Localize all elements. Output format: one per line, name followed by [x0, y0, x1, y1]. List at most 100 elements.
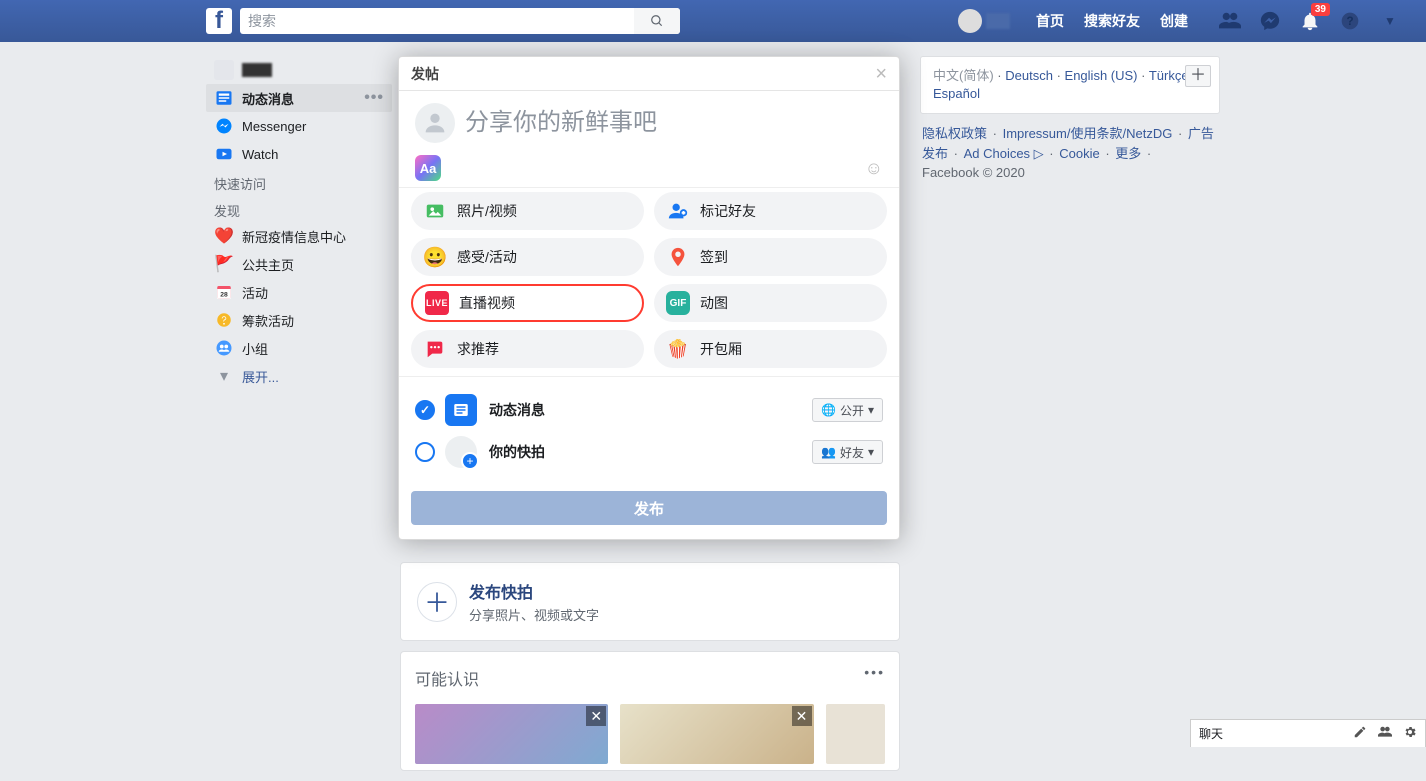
option-label: 直播视频: [459, 293, 515, 313]
composer-modal: 发帖 × 分享你的新鲜事吧 Aa ☺ 照片/视频 标记好友 😀 感受/活动: [398, 56, 900, 540]
pymk-card: 可能认识 ••• ✕ ✕: [400, 651, 900, 771]
sidebar-see-more[interactable]: ▾ 展开...: [206, 362, 392, 390]
language-link[interactable]: English (US): [1065, 68, 1138, 83]
legal-links: 隐私权政策 · Impressum/使用条款/NetzDG · 广告发布 · A…: [920, 124, 1220, 183]
globe-icon: 🌐: [821, 403, 836, 417]
coin-icon: [214, 310, 234, 330]
sidebar-item-messenger[interactable]: Messenger: [206, 112, 392, 140]
search-icon: [650, 14, 664, 28]
add-language-button[interactable]: ＋: [1185, 65, 1211, 87]
audience-selector-public[interactable]: 🌐 公开 ▾: [812, 398, 883, 422]
facebook-logo[interactable]: f: [206, 8, 232, 34]
option-watch-party[interactable]: 🍿 开包厢: [654, 330, 887, 368]
radio-checked-icon[interactable]: [415, 400, 435, 420]
close-icon[interactable]: ✕: [792, 706, 812, 726]
pymk-item[interactable]: [826, 704, 885, 764]
more-icon[interactable]: •••: [364, 89, 384, 107]
more-icon[interactable]: •••: [864, 664, 885, 680]
create-story-card[interactable]: ＋ 发布快拍 分享照片、视频或文字: [400, 562, 900, 641]
sidebar-item-feed[interactable]: 动态消息 •••: [206, 84, 392, 112]
nav-create[interactable]: 创建: [1160, 11, 1188, 31]
close-icon[interactable]: ×: [875, 64, 887, 84]
language-card: ＋ 中文(简体) · Deutsch · English (US) · Türk…: [920, 56, 1220, 114]
pymk-item[interactable]: ✕: [415, 704, 608, 764]
nav-find-friends[interactable]: 搜索好友: [1084, 11, 1140, 31]
close-icon[interactable]: ✕: [586, 706, 606, 726]
sidebar-item-events[interactable]: 28 活动: [206, 278, 392, 306]
avatar-icon: [958, 9, 982, 33]
caret-down-icon: ▾: [868, 403, 874, 417]
watch-icon: [214, 144, 234, 164]
destination-story-row[interactable]: 你的快拍 👥 好友 ▾: [415, 431, 883, 473]
sidebar-profile[interactable]: [206, 56, 392, 84]
destination-label: 动态消息: [489, 400, 545, 420]
story-subtitle: 分享照片、视频或文字: [469, 605, 599, 624]
legal-privacy[interactable]: 隐私权政策: [922, 126, 987, 141]
flag-icon: 🚩: [214, 254, 234, 274]
avatar-icon: [214, 60, 234, 80]
option-label: 照片/视频: [457, 201, 517, 221]
option-label: 感受/活动: [457, 247, 517, 267]
background-color-button[interactable]: Aa: [415, 155, 441, 181]
profile-chip[interactable]: [958, 9, 1010, 33]
option-photo-video[interactable]: 照片/视频: [411, 192, 644, 230]
tag-friends-icon: [666, 199, 690, 223]
option-feeling[interactable]: 😀 感受/活动: [411, 238, 644, 276]
legal-more[interactable]: 更多: [1115, 146, 1141, 161]
option-gif[interactable]: GIF 动图: [654, 284, 887, 322]
destination-feed-row[interactable]: 动态消息 🌐 公开 ▾: [415, 389, 883, 431]
option-live-video[interactable]: LIVE 直播视频: [411, 284, 644, 322]
account-menu-icon[interactable]: ▼: [1378, 9, 1402, 33]
legal-adchoices[interactable]: Ad Choices ▷: [964, 146, 1044, 161]
svg-text:?: ?: [1346, 15, 1353, 28]
option-label: 动图: [700, 293, 728, 313]
sidebar-item-label: Messenger: [242, 119, 384, 134]
copyright: Facebook © 2020: [922, 165, 1025, 180]
option-label: 签到: [700, 247, 728, 267]
composer-placeholder[interactable]: 分享你的新鲜事吧: [465, 103, 657, 143]
chevron-down-icon: ▾: [214, 366, 234, 386]
nav-home[interactable]: 首页: [1036, 11, 1064, 31]
modal-title: 发帖: [411, 64, 439, 84]
pymk-item[interactable]: ✕: [620, 704, 813, 764]
emoji-icon[interactable]: ☺: [865, 158, 883, 179]
search-button[interactable]: [634, 8, 680, 34]
profile-name-redacted: [242, 63, 272, 77]
compose-icon[interactable]: [1353, 725, 1367, 742]
friend-requests-icon[interactable]: [1218, 9, 1242, 33]
sidebar-item-label: 公共主页: [242, 255, 384, 274]
sidebar-item-covid[interactable]: ❤️ 新冠疫情信息中心: [206, 222, 392, 250]
language-link[interactable]: Deutsch: [1005, 68, 1053, 83]
sidebar-item-watch[interactable]: Watch: [206, 140, 392, 168]
chat-bar[interactable]: 聊天: [1190, 719, 1426, 747]
option-label: 开包厢: [700, 339, 742, 359]
help-icon[interactable]: ?: [1338, 9, 1362, 33]
sidebar-item-groups[interactable]: 小组: [206, 334, 392, 362]
notifications-icon[interactable]: 39: [1298, 9, 1322, 33]
search-input[interactable]: [240, 13, 634, 29]
messenger-icon[interactable]: [1258, 9, 1282, 33]
sidebar-item-fundraisers[interactable]: 筹款活动: [206, 306, 392, 334]
submit-post-button[interactable]: 发布: [411, 491, 887, 525]
legal-impressum[interactable]: Impressum/使用条款/NetzDG: [1003, 126, 1173, 141]
option-checkin[interactable]: 签到: [654, 238, 887, 276]
language-link[interactable]: Türkçe: [1149, 68, 1189, 83]
legal-cookie[interactable]: Cookie: [1059, 146, 1099, 161]
recommendation-icon: [423, 337, 447, 361]
option-recommendation[interactable]: 求推荐: [411, 330, 644, 368]
topbar: f 首页 搜索好友 创建 39 ? ▼: [0, 0, 1426, 42]
option-tag-friends[interactable]: 标记好友: [654, 192, 887, 230]
gear-icon[interactable]: [1403, 725, 1417, 742]
option-label: 求推荐: [457, 339, 499, 359]
destination-label: 你的快拍: [489, 442, 545, 462]
language-link[interactable]: Español: [933, 86, 980, 101]
audience-selector-friends[interactable]: 👥 好友 ▾: [812, 440, 883, 464]
radio-unchecked-icon[interactable]: [415, 442, 435, 462]
profile-name-redacted: [986, 13, 1010, 29]
group-chat-icon[interactable]: [1377, 725, 1393, 742]
feeling-icon: 😀: [423, 245, 447, 269]
sidebar-item-pages[interactable]: 🚩 公共主页: [206, 250, 392, 278]
photo-icon: [423, 199, 447, 223]
audience-label: 好友: [840, 444, 864, 461]
popcorn-icon: 🍿: [666, 337, 690, 361]
